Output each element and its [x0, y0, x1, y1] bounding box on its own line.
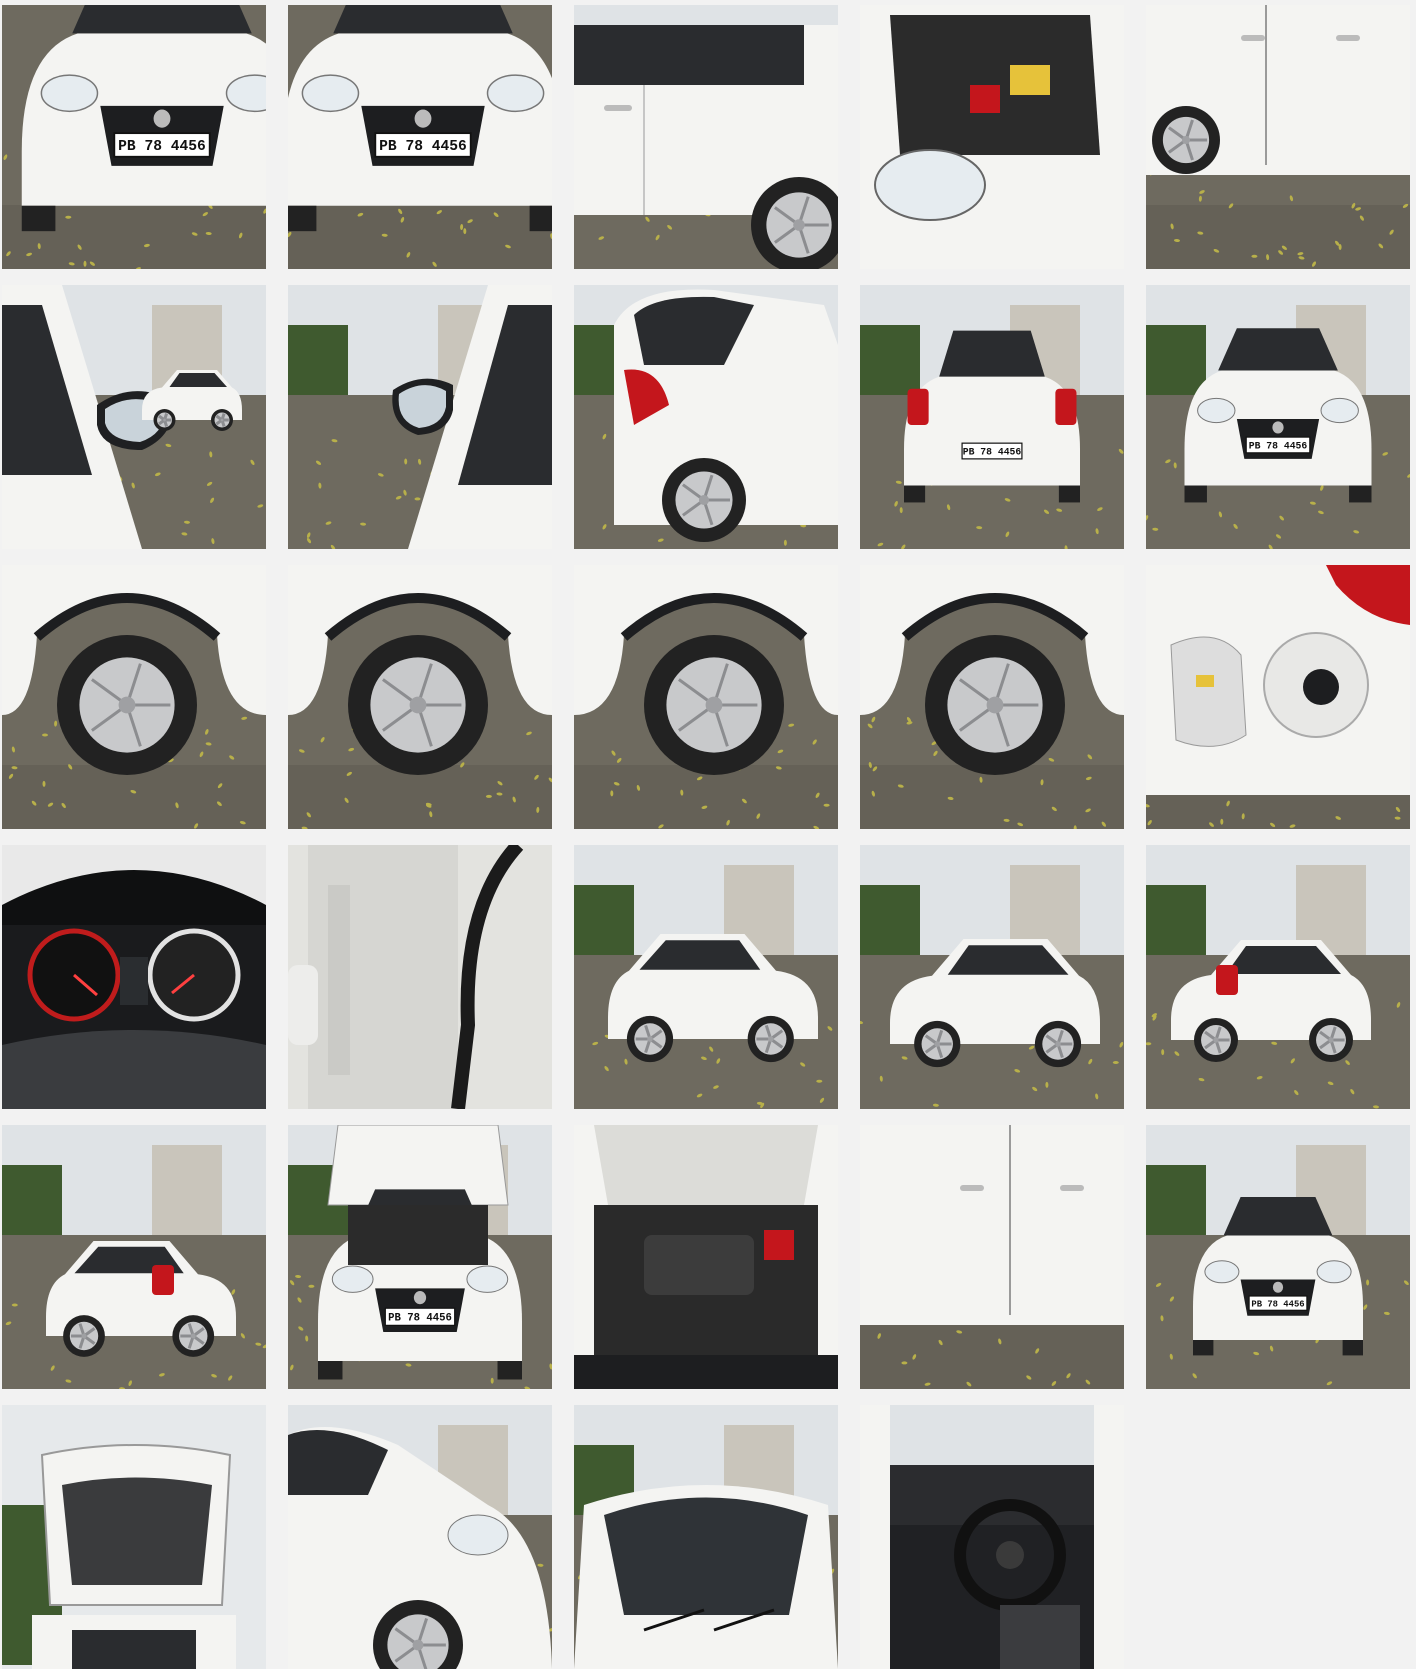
- plate-text: PB 78 4456: [388, 1313, 452, 1325]
- photo-thumbnail-left-mirror[interactable]: [2, 285, 266, 549]
- wheel-icon: [860, 565, 1124, 829]
- steering-wheel-icon: [860, 1405, 1124, 1669]
- photo-thumbnail-rear-view[interactable]: PB 78 4456: [860, 285, 1124, 549]
- car-door-icon: [860, 1125, 1124, 1389]
- car-rear-icon: [1146, 845, 1410, 1109]
- chassis-icon: [288, 845, 552, 1109]
- mirror-icon: [288, 285, 552, 549]
- car-rear-icon: [574, 285, 838, 549]
- photo-thumbnail-engine-closeup[interactable]: [574, 1125, 838, 1389]
- car-rear-icon: PB 78 4456: [860, 285, 1124, 549]
- car-front-icon: PB 78 4456: [2, 5, 266, 269]
- engine-icon: PB 78 4456: [288, 1125, 552, 1389]
- car-door-icon: [1146, 5, 1410, 269]
- photo-thumbnail-front-left-corner[interactable]: PB 78 4456: [2, 5, 266, 269]
- photo-thumbnail-instrument-cluster[interactable]: [2, 845, 266, 1109]
- photo-thumbnail-front-left-fender[interactable]: [288, 1405, 552, 1669]
- windscreen-icon: [574, 1405, 838, 1669]
- photo-thumbnail-rear-left-three-quarter[interactable]: [2, 1125, 266, 1389]
- car-rear-icon: [2, 1125, 266, 1389]
- mirror-icon: [2, 285, 266, 549]
- photo-thumbnail-wheel-front-right[interactable]: [574, 565, 838, 829]
- photo-thumbnail-interior-dashboard[interactable]: [860, 1405, 1124, 1669]
- photo-gallery: PB 78 4456 PB 78 4456 PB 78 4456 PB 78 4…: [2, 5, 1410, 1669]
- photo-thumbnail-wheel-rear-right[interactable]: [860, 565, 1124, 829]
- photo-thumbnail-front-view[interactable]: PB 78 4456: [1146, 285, 1410, 549]
- photo-thumbnail-right-mirror[interactable]: [288, 285, 552, 549]
- photo-thumbnail-wheel-rear-left[interactable]: [288, 565, 552, 829]
- car-side-icon: [574, 845, 838, 1109]
- photo-thumbnail-chassis-number[interactable]: [288, 845, 552, 1109]
- plate-text: PB 78 4456: [1251, 1299, 1304, 1309]
- photo-thumbnail-windscreen[interactable]: [574, 1405, 838, 1669]
- plate-text: PB 78 4456: [1249, 440, 1308, 451]
- car-side-icon: [860, 845, 1124, 1109]
- wheel-icon: [2, 565, 266, 829]
- photo-thumbnail-rear-right-three-quarter[interactable]: [1146, 845, 1410, 1109]
- car-door-icon: [574, 5, 838, 269]
- photo-thumbnail-fuel-cap[interactable]: [1146, 565, 1410, 829]
- car-front-icon: PB 78 4456: [288, 5, 552, 269]
- photo-thumbnail-right-side-doors[interactable]: [1146, 5, 1410, 269]
- wheel-icon: [288, 565, 552, 829]
- photo-thumbnail-front-left-three-quarter[interactable]: [574, 845, 838, 1109]
- engine-icon: [574, 1125, 838, 1389]
- speedometer-icon: [2, 845, 266, 1109]
- photo-thumbnail-front-right-corner[interactable]: PB 78 4456: [288, 5, 552, 269]
- boot-icon: [2, 1405, 266, 1669]
- plate-text: PB 78 4456: [379, 139, 467, 155]
- fuel-cap-icon: [1146, 565, 1410, 829]
- engine-icon: [860, 5, 1124, 269]
- photo-thumbnail-wheel-front-left[interactable]: [2, 565, 266, 829]
- photo-thumbnail-left-doors-closeup[interactable]: [860, 1125, 1124, 1389]
- car-front-icon: PB 78 4456: [1146, 1125, 1410, 1389]
- plate-text: PB 78 4456: [963, 446, 1022, 457]
- photo-thumbnail-bonnet-open-front[interactable]: PB 78 4456: [288, 1125, 552, 1389]
- wheel-icon: [574, 565, 838, 829]
- plate-text: PB 78 4456: [118, 139, 206, 155]
- photo-thumbnail-engine-bay-headlamp[interactable]: [860, 5, 1124, 269]
- photo-thumbnail-boot-open[interactable]: [2, 1405, 266, 1669]
- photo-thumbnail-front-view-far[interactable]: PB 78 4456: [1146, 1125, 1410, 1389]
- photo-thumbnail-front-right-three-quarter[interactable]: [860, 845, 1124, 1109]
- car-front-icon: PB 78 4456: [1146, 285, 1410, 549]
- photo-thumbnail-rear-left-quarter[interactable]: [574, 285, 838, 549]
- photo-thumbnail-left-rear-door[interactable]: [574, 5, 838, 269]
- car-side-icon: [288, 1405, 552, 1669]
